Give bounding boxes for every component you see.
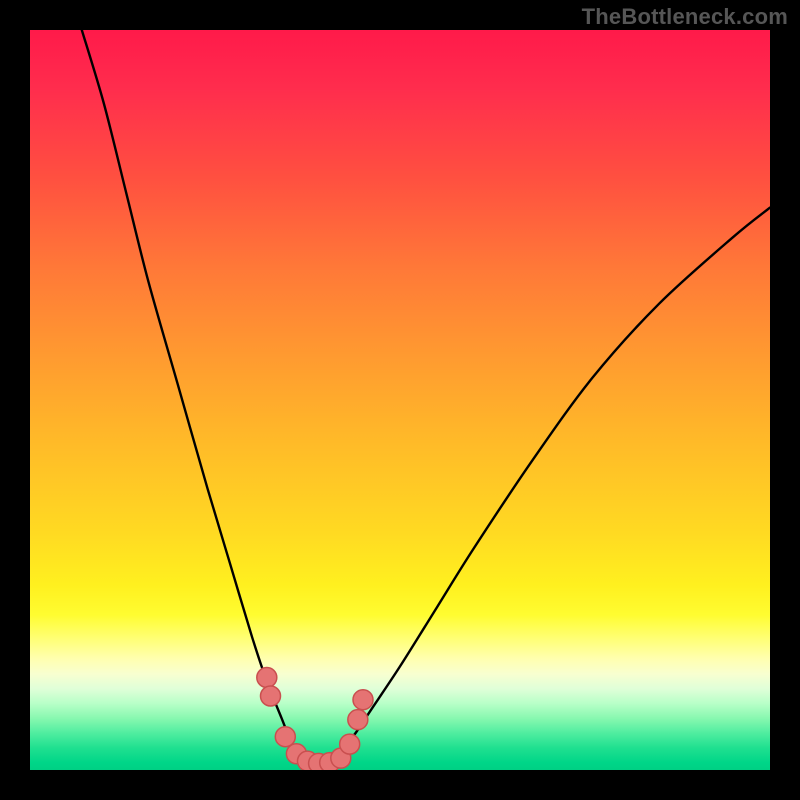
chart-svg bbox=[30, 30, 770, 770]
curve-group bbox=[82, 30, 770, 769]
marker-group bbox=[257, 668, 373, 771]
data-marker bbox=[348, 710, 368, 730]
data-marker bbox=[261, 686, 281, 706]
data-marker bbox=[340, 734, 360, 754]
data-marker bbox=[275, 727, 295, 747]
data-marker bbox=[353, 690, 373, 710]
chart-container: TheBottleneck.com bbox=[0, 0, 800, 800]
plot-area bbox=[30, 30, 770, 770]
bottleneck-curve bbox=[82, 30, 770, 769]
data-marker bbox=[257, 668, 277, 688]
watermark-text: TheBottleneck.com bbox=[582, 4, 788, 30]
